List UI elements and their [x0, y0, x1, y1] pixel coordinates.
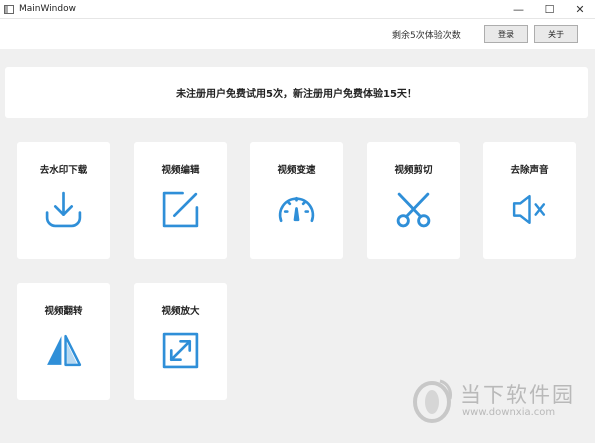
expand-icon	[160, 330, 201, 371]
trial-notice-banner: 未注册用户免费试用5次，新注册用户免费体验15天！	[5, 67, 588, 118]
login-button[interactable]: 登录	[484, 25, 528, 43]
tool-label: 视频变速	[277, 165, 316, 176]
speedometer-icon	[276, 189, 317, 230]
tool-label: 视频剪切	[394, 165, 433, 176]
tool-tile-video-edit[interactable]: 视频编辑	[134, 142, 227, 259]
tool-tile-watermark-download[interactable]: 去水印下载	[17, 142, 110, 259]
watermark-url: www.downxia.com	[462, 407, 556, 418]
flip-icon	[43, 330, 84, 371]
tool-label: 去除声音	[510, 165, 549, 176]
tool-label: 视频放大	[161, 306, 200, 317]
remaining-uses-text: 剩余5次体验次数	[392, 31, 461, 41]
watermark-logo-icon	[410, 377, 456, 425]
top-toolbar: 剩余5次体验次数 登录 关于	[0, 19, 595, 49]
scissors-icon	[393, 189, 434, 230]
window-title: MainWindow	[19, 4, 76, 14]
tool-tile-video-cut[interactable]: 视频剪切	[367, 142, 460, 259]
tool-label: 视频翻转	[44, 306, 83, 317]
download-icon	[43, 189, 84, 230]
maximize-button[interactable]: ☐	[534, 0, 565, 18]
tool-label: 去水印下载	[39, 165, 88, 176]
close-button[interactable]: ✕	[565, 0, 595, 18]
site-watermark: 当下软件园 www.downxia.com	[410, 377, 585, 425]
tool-tile-video-zoom[interactable]: 视频放大	[134, 283, 227, 400]
tool-tile-remove-audio[interactable]: 去除声音	[483, 142, 576, 259]
tool-label: 视频编辑	[161, 165, 200, 176]
tool-tile-video-flip[interactable]: 视频翻转	[17, 283, 110, 400]
window-titlebar: MainWindow — ☐ ✕	[0, 0, 595, 19]
mute-icon	[509, 189, 550, 230]
about-button[interactable]: 关于	[534, 25, 578, 43]
watermark-name: 当下软件园	[460, 383, 575, 407]
tool-tile-video-speed[interactable]: 视频变速	[250, 142, 343, 259]
minimize-button[interactable]: —	[503, 0, 534, 18]
app-window-icon	[4, 4, 14, 14]
window-controls: — ☐ ✕	[503, 0, 595, 18]
edit-icon	[160, 189, 201, 230]
trial-notice-text: 未注册用户免费试用5次，新注册用户免费体验15天！	[176, 89, 417, 100]
